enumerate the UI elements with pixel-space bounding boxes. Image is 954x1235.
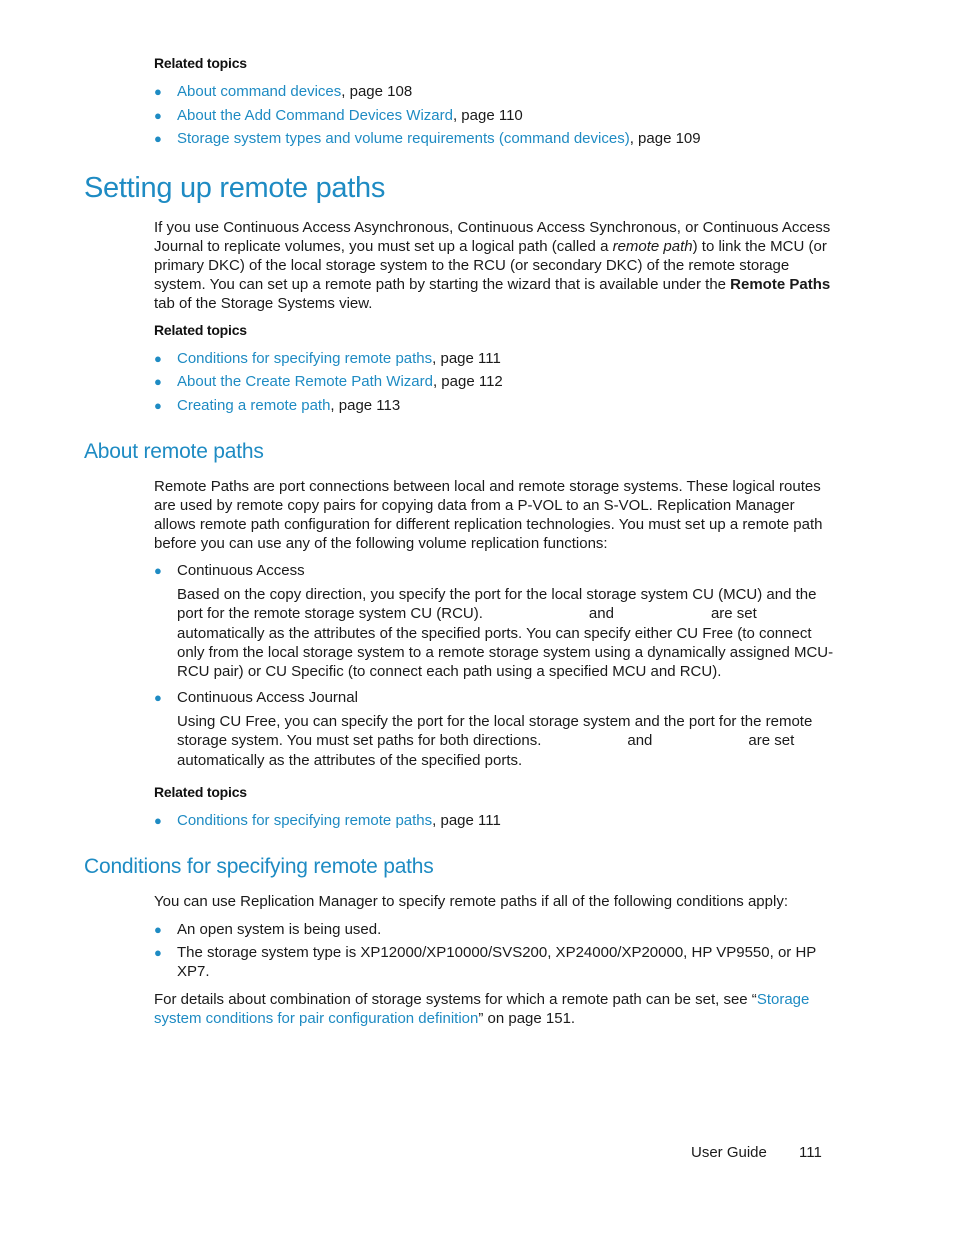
related-topic-item: ● Conditions for specifying remote paths,… — [154, 811, 501, 830]
related-topic-item: ● About the Add Command Devices Wizard, p… — [154, 106, 523, 125]
page-reference: , page 111 — [432, 350, 501, 367]
related-topic-link[interactable]: About the Add Command Devices Wizard — [177, 107, 453, 124]
section-title-about-remote-paths: About remote paths — [84, 440, 264, 463]
condition-text: The storage system type is XP12000/XP100… — [177, 944, 817, 980]
related-topic-link[interactable]: About command devices — [177, 83, 341, 100]
page-number: 111 — [799, 1144, 822, 1161]
bullet-icon: ● — [154, 398, 162, 413]
related-topic-item: ● Conditions for specifying remote paths,… — [154, 349, 501, 368]
related-topics-heading: Related topics — [154, 322, 247, 338]
related-topic-item: ● About the Create Remote Path Wizard, pa… — [154, 372, 503, 391]
related-topic-link[interactable]: Creating a remote path — [177, 397, 330, 414]
related-topics-heading: Related topics — [154, 784, 247, 800]
function-description: Using CU Free, you can specify the port … — [177, 712, 837, 770]
bullet-icon: ● — [154, 813, 162, 828]
page-reference: , page 113 — [330, 397, 401, 414]
text-run: For details about combination of storage… — [154, 991, 757, 1008]
about-paragraph: Remote Paths are port connections betwee… — [154, 478, 823, 552]
section-title-conditions: Conditions for specifying remote paths — [84, 855, 434, 878]
replication-function-item: ● Continuous Access — [154, 561, 305, 580]
text-run: Using CU Free, you can specify the port … — [177, 713, 813, 750]
condition-item: ● An open system is being used. — [154, 920, 381, 939]
page-reference: , page 109 — [629, 130, 701, 147]
bullet-icon: ● — [154, 374, 162, 389]
text-run: and — [588, 605, 614, 623]
term-remote-path: remote path — [612, 238, 693, 255]
related-topic-link[interactable]: Conditions for specifying remote paths — [177, 350, 432, 367]
setup-paragraph: If you use Continuous Access Asynchronou… — [154, 218, 834, 313]
text-run: tab of the Storage Systems view. — [154, 295, 373, 312]
related-topic-item: ● Storage system types and volume require… — [154, 129, 701, 148]
bullet-icon: ● — [154, 563, 162, 578]
bullet-icon: ● — [154, 131, 162, 146]
related-topic-item: ● Creating a remote path, page 113 — [154, 396, 400, 415]
footer-label: User Guide — [691, 1144, 767, 1161]
page-reference: , page 108 — [341, 83, 413, 100]
condition-text: An open system is being used. — [177, 921, 382, 938]
page-reference: , page 110 — [452, 107, 523, 124]
bullet-icon: ● — [154, 945, 162, 960]
page-reference: , page 112 — [432, 373, 503, 390]
function-label: Continuous Access Journal — [177, 689, 358, 706]
bullet-icon: ● — [154, 84, 162, 99]
ui-label-remote-paths: Remote Paths — [730, 276, 831, 293]
bullet-icon: ● — [154, 351, 162, 366]
related-topic-link[interactable]: About the Create Remote Path Wizard — [177, 373, 433, 390]
section-title-setting-up-remote-paths: Setting up remote paths — [84, 172, 386, 204]
bullet-icon: ● — [154, 922, 162, 937]
page-reference: , page 111 — [432, 812, 501, 829]
related-topics-heading: Related topics — [154, 55, 247, 71]
related-topic-item: ● About command devices, page 108 — [154, 82, 412, 101]
text-run: and — [627, 732, 653, 750]
text-run: ” on page 151. — [478, 1010, 576, 1027]
related-topic-link[interactable]: Storage system types and volume requirem… — [177, 130, 630, 147]
bullet-icon: ● — [154, 690, 162, 705]
conditions-intro: You can use Replication Manager to speci… — [154, 893, 788, 910]
replication-function-item: ● Continuous Access Journal — [154, 688, 358, 707]
function-label: Continuous Access — [177, 562, 305, 579]
bullet-icon: ● — [154, 108, 162, 123]
related-topic-link[interactable]: Conditions for specifying remote paths — [177, 812, 432, 829]
condition-item: ● The storage system type is XP12000/XP10… — [154, 943, 834, 981]
function-description: Based on the copy direction, you specify… — [177, 585, 837, 681]
conditions-details: For details about combination of storage… — [154, 990, 834, 1028]
